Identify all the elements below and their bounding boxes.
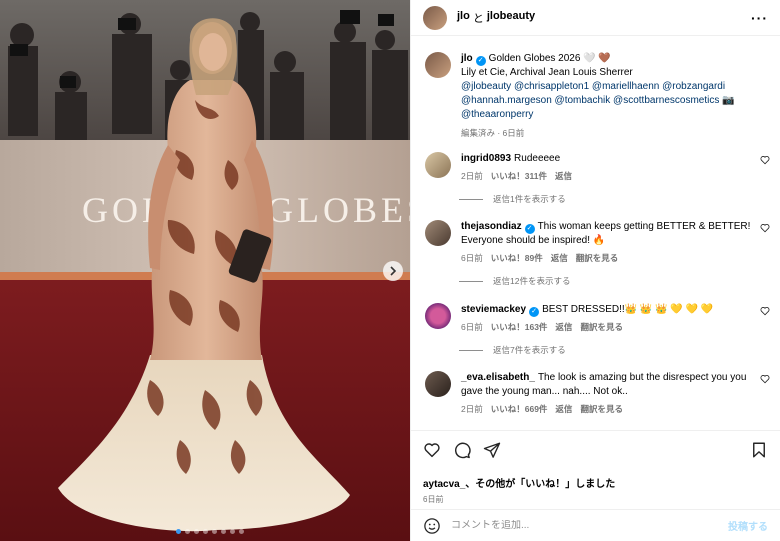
- carousel-dot: [194, 529, 199, 534]
- comment-time: 2日前: [461, 404, 483, 414]
- avatar[interactable]: [425, 371, 451, 397]
- carousel-dot: [221, 529, 226, 534]
- comment-text: Rudeeeee: [514, 153, 561, 164]
- chevron-right-icon: [390, 266, 397, 276]
- post-photo: GOLDEN GLOBES: [0, 0, 410, 541]
- comment-username[interactable]: _eva.elisabeth_: [461, 372, 535, 383]
- comment-username[interactable]: thejasondiaz: [461, 221, 522, 232]
- post-time: 6日前: [423, 495, 444, 504]
- avatar[interactable]: [425, 152, 451, 178]
- translate-button[interactable]: 翻訳を見る: [576, 251, 619, 265]
- comment-item: steviemackey ✓ BEST DRESSED!!👑 👑 👑 💛 💛 💛 6…: [411, 303, 780, 334]
- caption-mentions[interactable]: @jlobeauty @chrisappleton1 @mariellhaenn…: [461, 80, 766, 94]
- carousel-dot: [203, 529, 208, 534]
- comment-item: thejasondiaz ✓ This woman keeps getting BE…: [411, 220, 780, 265]
- post-comment-button[interactable]: 投稿する: [728, 518, 768, 533]
- carousel-dots: [176, 529, 244, 534]
- avatar[interactable]: [425, 303, 451, 329]
- view-replies-button[interactable]: 返信12件を表示する: [459, 275, 780, 287]
- heart-icon[interactable]: [760, 155, 770, 165]
- avatar[interactable]: [423, 5, 447, 30]
- reply-button[interactable]: 返信: [555, 169, 572, 183]
- more-horizontal-icon[interactable]: ···: [751, 10, 768, 26]
- emoji-icon[interactable]: [423, 517, 441, 535]
- liked-by-summary[interactable]: aytacva_、その他が「いいね！」しました: [423, 475, 768, 490]
- avatar[interactable]: [425, 52, 451, 78]
- liked-by-username[interactable]: aytacva_: [423, 479, 465, 490]
- heart-icon[interactable]: [760, 374, 770, 384]
- view-replies-label: 返信7件を表示する: [493, 345, 566, 355]
- post-media[interactable]: GOLDEN GLOBES: [0, 0, 410, 541]
- caption-mentions[interactable]: @theaaronperry: [461, 108, 766, 122]
- comment-likes[interactable]: いいね！163件: [491, 320, 548, 334]
- post-caption: jlo ✓ Golden Globes 2026 🤍 🤎 Lily et Cie, …: [411, 37, 780, 140]
- comment-composer: 投稿する: [411, 509, 780, 541]
- carousel-dot: [239, 529, 244, 534]
- comment-likes[interactable]: いいね！669件: [491, 402, 548, 416]
- reply-button[interactable]: 返信: [555, 402, 572, 416]
- caption-mentions[interactable]: @hannah.margeson @tombachik @scottbarnes…: [461, 94, 766, 108]
- author-connector: と: [472, 12, 484, 25]
- carousel-dot: [176, 529, 181, 534]
- post-authors: jlo と jlobeauty: [457, 10, 535, 26]
- comment-time: 2日前: [461, 171, 483, 181]
- carousel-dot: [185, 529, 190, 534]
- post-actions: aytacva_、その他が「いいね！」しました 6日前: [411, 430, 780, 505]
- view-replies-button[interactable]: 返信1件を表示する: [459, 193, 780, 205]
- caption-edited-time: 編集済み · 6日前: [461, 128, 525, 138]
- translate-button[interactable]: 翻訳を見る: [580, 402, 623, 416]
- comments-scroll-area[interactable]: jlo ✓ Golden Globes 2026 🤍 🤎 Lily et Cie, …: [411, 37, 780, 430]
- comment-text: BEST DRESSED!!👑 👑 👑 💛 💛 💛: [542, 304, 714, 315]
- comment-time: 6日前: [461, 322, 483, 332]
- verified-badge-icon: ✓: [475, 56, 486, 66]
- post-header: jlo と jlobeauty ···: [411, 0, 780, 36]
- carousel-dot: [212, 529, 217, 534]
- view-replies-button[interactable]: 返信7件を表示する: [459, 344, 780, 356]
- comment-likes[interactable]: いいね！89件: [491, 251, 543, 265]
- heart-icon[interactable]: [760, 306, 770, 316]
- comment-item: _eva.elisabeth_ The look is amazing but t…: [411, 371, 780, 416]
- verified-badge-icon: ✓: [529, 307, 540, 317]
- comment-item: ingrid0893 Rudeeeee 2日前 いいね！311件 返信: [411, 152, 780, 183]
- reply-button[interactable]: 返信: [555, 320, 572, 334]
- comment-bubble-icon[interactable]: [453, 441, 471, 459]
- comment-likes[interactable]: いいね！311件: [491, 169, 547, 183]
- view-replies-label: 返信12件を表示する: [493, 276, 571, 286]
- translate-button[interactable]: 翻訳を見る: [580, 320, 623, 334]
- author-username[interactable]: jlo: [457, 10, 470, 26]
- carousel-dot: [230, 529, 235, 534]
- comment-username[interactable]: ingrid0893: [461, 153, 511, 164]
- avatar[interactable]: [425, 220, 451, 246]
- bookmark-icon[interactable]: [750, 441, 768, 459]
- next-slide-button[interactable]: [383, 261, 403, 281]
- comment-time: 6日前: [461, 253, 483, 263]
- caption-username[interactable]: jlo: [461, 53, 473, 64]
- share-send-icon[interactable]: [483, 441, 501, 459]
- view-replies-label: 返信1件を表示する: [493, 194, 566, 204]
- coauthor-username[interactable]: jlobeauty: [487, 10, 535, 26]
- caption-line1: Golden Globes 2026 🤍 🤎: [488, 53, 611, 64]
- reply-button[interactable]: 返信: [551, 251, 568, 265]
- caption-line2: Lily et Cie, Archival Jean Louis Sherrer: [461, 67, 633, 78]
- comment-input[interactable]: [451, 520, 728, 531]
- verified-badge-icon: ✓: [524, 224, 535, 234]
- liked-by-text: 、その他が「いいね！」しました: [465, 479, 616, 490]
- post-sidebar: jlo と jlobeauty ··· jlo ✓ Golden Globes 20…: [410, 0, 780, 541]
- like-heart-icon[interactable]: [423, 441, 441, 459]
- heart-icon[interactable]: [760, 223, 770, 233]
- comment-username[interactable]: steviemackey: [461, 304, 526, 315]
